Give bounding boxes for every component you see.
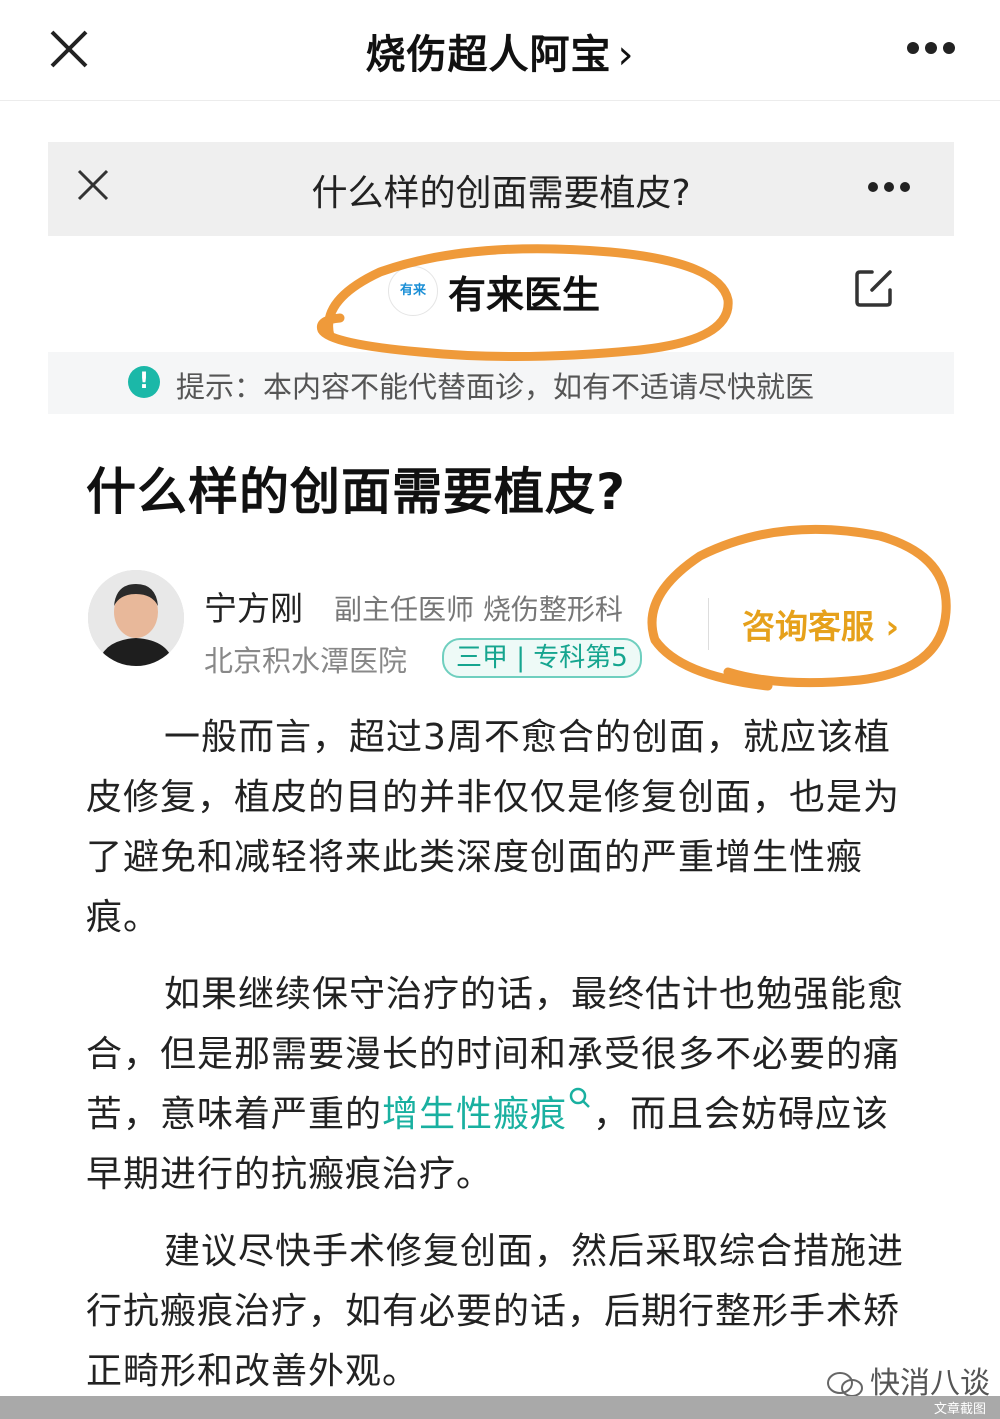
page-title: 什么样的创面需要植皮?	[311, 173, 691, 214]
paragraph-1-text: 一般而言，超过3周不愈合的创面，就应该植皮修复，植皮的目的并非仅仅是修复创面，也…	[86, 717, 901, 938]
paragraph-2: 如果继续保守治疗的话，最终估计也勉强能愈合，但是那需要漫长的时间和承受很多不必要…	[86, 965, 916, 1205]
chevron-right-icon: ›	[617, 32, 635, 78]
wechat-icon	[827, 1371, 863, 1397]
brand-logo: 有来	[388, 266, 438, 316]
notice-bar: ! 提示：本内容不能代替面诊，如有不适请尽快就医	[48, 352, 954, 414]
brand-name: 有来医生	[448, 273, 601, 317]
author-role: 副主任医师 烧伤整形科	[334, 593, 623, 626]
edit-icon[interactable]	[852, 266, 896, 310]
inner-nav-bar: 什么样的创面需要植皮?	[48, 142, 954, 236]
author-name: 宁方刚	[204, 589, 303, 628]
divider	[708, 598, 709, 650]
author-hospital: 北京积水潭医院	[204, 644, 408, 678]
paragraph-3-text: 建议尽快手术修复创面，然后采取综合措施进行抗瘢痕治疗，如有必要的话，后期行整形手…	[86, 1231, 905, 1392]
paragraph-1: 一般而言，超过3周不愈合的创面，就应该植皮修复，植皮的目的并非仅仅是修复创面，也…	[86, 708, 916, 948]
consult-button[interactable]: 咨询客服 ›	[742, 600, 899, 648]
more-icon[interactable]	[905, 40, 957, 56]
account-title-text: 烧伤超人阿宝	[365, 32, 612, 78]
info-icon: !	[128, 366, 160, 398]
bottom-strip: 文章截图	[0, 1396, 1000, 1419]
notice-text: 提示：本内容不能代替面诊，如有不适请尽快就医	[176, 370, 815, 404]
account-title[interactable]: 烧伤超人阿宝 ›	[0, 22, 1000, 80]
paragraph-3: 建议尽快手术修复创面，然后采取综合措施进行抗瘢痕治疗，如有必要的话，后期行整形手…	[86, 1222, 916, 1402]
avatar[interactable]	[88, 570, 184, 666]
search-icon[interactable]	[567, 1085, 593, 1111]
screenshot-label: 文章截图	[933, 1402, 986, 1417]
article-title: 什么样的创面需要植皮?	[86, 463, 627, 521]
scar-term-link[interactable]: 增生性瘢痕	[382, 1094, 567, 1135]
outer-nav-bar: 烧伤超人阿宝 ›	[0, 0, 1000, 101]
brand-header: 有来 有来医生	[48, 248, 954, 334]
more-icon[interactable]	[866, 180, 912, 194]
hospital-badge: 三甲 | 专科第5	[442, 638, 642, 678]
doctor-photo	[88, 570, 184, 666]
